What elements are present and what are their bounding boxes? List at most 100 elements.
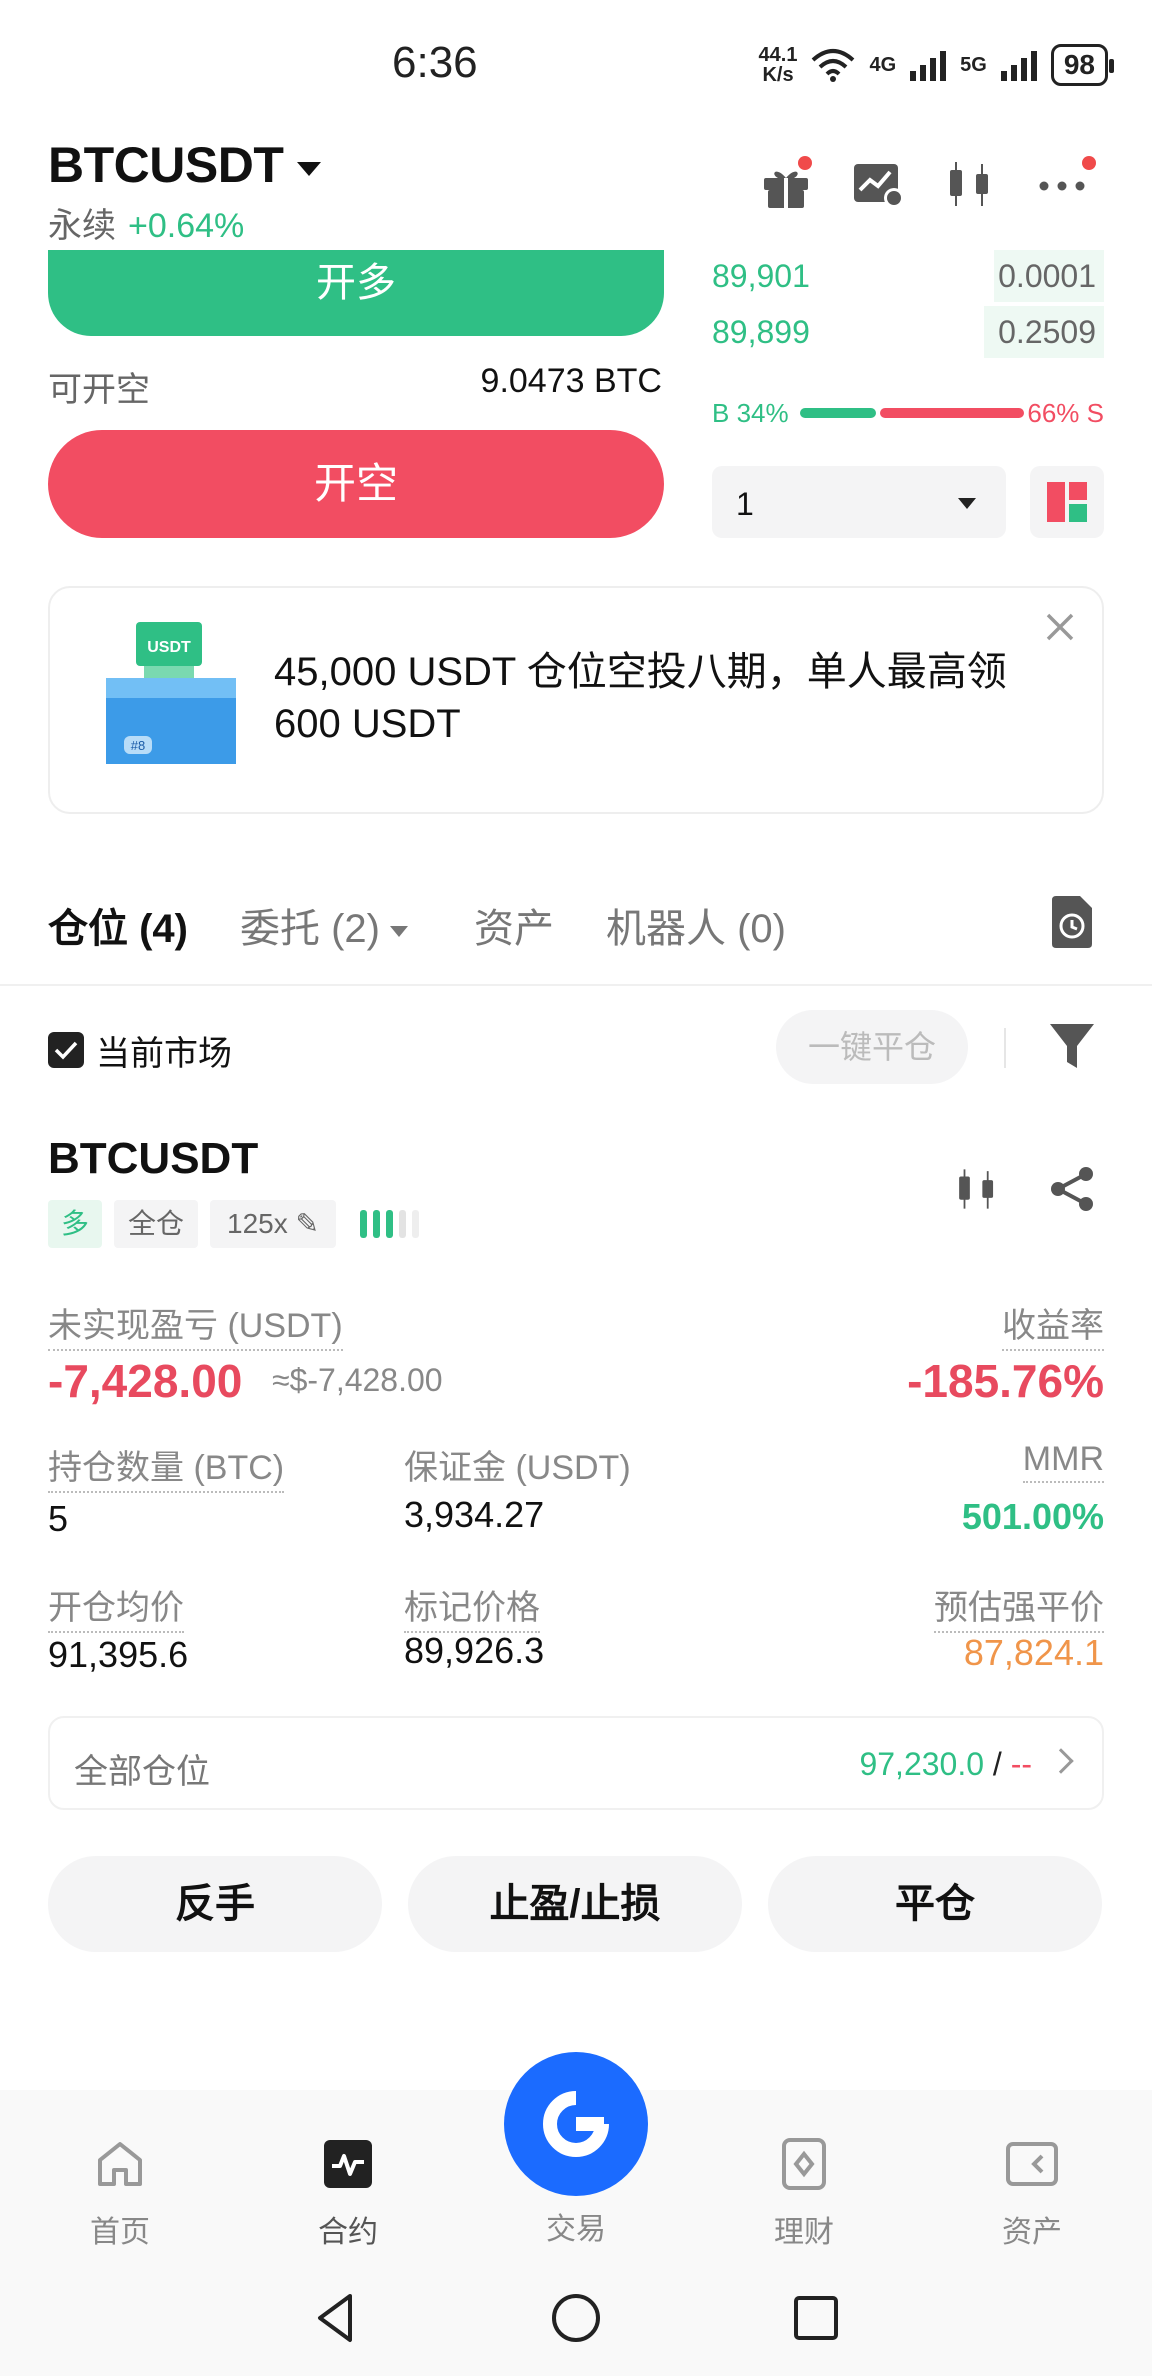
sell-ratio: 66% S xyxy=(1027,398,1104,428)
position-size: 5 xyxy=(48,1498,69,1539)
filter-icon[interactable] xyxy=(1050,1022,1094,1075)
divider xyxy=(0,984,1152,986)
current-market-checkbox[interactable] xyxy=(48,1032,84,1068)
wallet-icon xyxy=(1006,2142,1058,2186)
signal-bars-icon xyxy=(910,49,947,81)
orderbook-layout-button[interactable] xyxy=(1030,466,1104,538)
gift-icon[interactable] xyxy=(758,156,814,212)
history-icon[interactable] xyxy=(1048,896,1096,953)
roe-label[interactable]: 收益率 xyxy=(1002,1298,1104,1351)
orderbook-bid-row[interactable]: 89,899 0.2509 xyxy=(700,306,1104,358)
share-icon[interactable] xyxy=(1048,1164,1098,1219)
nav-assets-label: 资产 xyxy=(1002,2216,1062,2249)
nav-assets[interactable]: 资产 xyxy=(952,2138,1112,2251)
contract-subtitle: 永续 +0.64% xyxy=(48,198,244,247)
depth-value: 1 xyxy=(736,486,754,522)
leverage-tag[interactable]: 125x ✎ xyxy=(210,1200,336,1248)
entry-price-label[interactable]: 开仓均价 xyxy=(48,1580,184,1633)
tab-orders-label: 委托 (2) xyxy=(240,907,380,951)
home-icon xyxy=(98,2142,142,2186)
orderbook-bid-row[interactable]: 89,901 0.0001 xyxy=(700,250,1104,302)
tab-bots[interactable]: 机器人 (0) xyxy=(606,896,786,954)
symbol-selector[interactable]: BTCUSDT xyxy=(48,136,322,194)
mmr-label[interactable]: MMR xyxy=(1022,1440,1104,1483)
current-market-label[interactable]: 当前市场 xyxy=(96,1026,232,1075)
liq-price: 87,824.1 xyxy=(963,1632,1104,1673)
recents-icon[interactable] xyxy=(790,2292,842,2349)
chevron-down-icon xyxy=(297,161,322,176)
trade-icon xyxy=(543,2091,609,2157)
tab-positions[interactable]: 仓位 (4) xyxy=(48,896,188,954)
nav-home-label: 首页 xyxy=(90,2216,150,2249)
net-speed: 44.1 K/s xyxy=(759,45,798,85)
edit-icon: ✎ xyxy=(295,1208,319,1239)
back-icon[interactable] xyxy=(310,2292,362,2349)
position-size-label[interactable]: 持仓数量 (BTC) xyxy=(48,1440,285,1493)
pnl-analysis-icon[interactable] xyxy=(850,156,906,212)
margin-mode-tag[interactable]: 全仓 xyxy=(114,1200,198,1248)
all-positions-label: 全部仓位 xyxy=(74,1753,210,1791)
unrealized-pnl: -7,428.00 xyxy=(48,1355,243,1407)
signal-bars-icon xyxy=(1000,49,1037,81)
contract-type: 永续 xyxy=(48,207,116,245)
caret-down-icon xyxy=(958,498,976,509)
close-icon[interactable] xyxy=(1044,608,1076,653)
candlestick-chart-icon[interactable] xyxy=(952,1164,1002,1219)
risk-level-bars xyxy=(360,1210,419,1238)
buy-ratio: B 34% xyxy=(712,398,789,428)
bid-qty: 0.0001 xyxy=(998,258,1096,294)
all-positions-value: 97,230.0 / -- xyxy=(859,1746,1032,1783)
layout-icon xyxy=(1047,482,1087,522)
nav-futures-label: 合约 xyxy=(318,2216,378,2249)
signal-label-1: 4G xyxy=(869,53,897,76)
leverage-value: 125x xyxy=(227,1208,288,1239)
home-circle-icon[interactable] xyxy=(550,2292,602,2349)
position-symbol: BTCUSDT xyxy=(48,1134,259,1183)
separator xyxy=(1004,1028,1006,1068)
mmr-value: 501.00% xyxy=(961,1496,1104,1537)
reverse-button[interactable]: 反手 xyxy=(48,1856,382,1952)
more-icon[interactable] xyxy=(1034,156,1096,212)
chevron-right-icon xyxy=(1048,1748,1074,1774)
nav-earn-label: 理财 xyxy=(774,2216,834,2249)
banner-text: 45,000 USDT 仓位空投八期，单人最高领 600 USDT xyxy=(274,650,1007,746)
close-position-button[interactable]: 平仓 xyxy=(768,1856,1102,1952)
bid-price: 89,901 xyxy=(712,258,810,294)
tp-sl-button[interactable]: 止盈/止损 xyxy=(408,1856,742,1952)
notification-dot xyxy=(798,156,812,170)
buy-sell-ratio: B 34% 66% S xyxy=(712,398,1104,428)
tab-orders[interactable]: 委托 (2) xyxy=(240,896,408,954)
all-positions-row[interactable]: 全部仓位 97,230.0 / -- xyxy=(48,1716,1104,1810)
unrealized-pnl-label[interactable]: 未实现盈亏 (USDT) xyxy=(48,1298,343,1351)
net-speed-value: 44.1 xyxy=(758,44,798,66)
margin-value: 3,934.27 xyxy=(404,1494,545,1535)
mark-price: 89,926.3 xyxy=(404,1630,545,1671)
box-label: USDT xyxy=(147,639,191,656)
candlestick-chart-icon[interactable] xyxy=(942,156,998,212)
mark-price-label[interactable]: 标记价格 xyxy=(404,1580,540,1633)
short-available-value: 9.0473 BTC xyxy=(480,362,662,400)
nav-earn[interactable]: 理财 xyxy=(724,2138,884,2251)
depth-select[interactable]: 1 xyxy=(712,466,1006,538)
chevron-down-icon xyxy=(390,925,408,937)
open-short-button[interactable]: 开空 xyxy=(48,430,664,538)
nav-home[interactable]: 首页 xyxy=(40,2138,200,2251)
nav-trade-label: 交易 xyxy=(546,2213,606,2246)
notification-dot xyxy=(1082,156,1096,170)
tab-assets[interactable]: 资产 xyxy=(474,896,554,954)
buy-ratio-bar xyxy=(800,408,876,418)
margin-label: 保证金 (USDT) xyxy=(404,1449,631,1487)
open-long-button[interactable]: 开多 xyxy=(48,250,664,336)
wifi-icon xyxy=(812,49,855,82)
entry-price: 91,395.6 xyxy=(48,1634,189,1675)
net-speed-unit: K/s xyxy=(762,64,794,86)
price-change: +0.64% xyxy=(128,207,245,245)
airdrop-box-icon: USDT #8 xyxy=(106,622,242,773)
trade-button[interactable] xyxy=(504,2052,648,2196)
close-all-button[interactable]: 一键平仓 xyxy=(776,1010,968,1084)
short-available-label: 可开空 xyxy=(48,371,150,409)
nav-futures[interactable]: 合约 xyxy=(268,2138,428,2251)
all-positions-sep: / xyxy=(984,1746,1011,1782)
roe-value: -185.76% xyxy=(907,1355,1104,1407)
liq-price-label[interactable]: 预估强平价 xyxy=(934,1580,1104,1633)
